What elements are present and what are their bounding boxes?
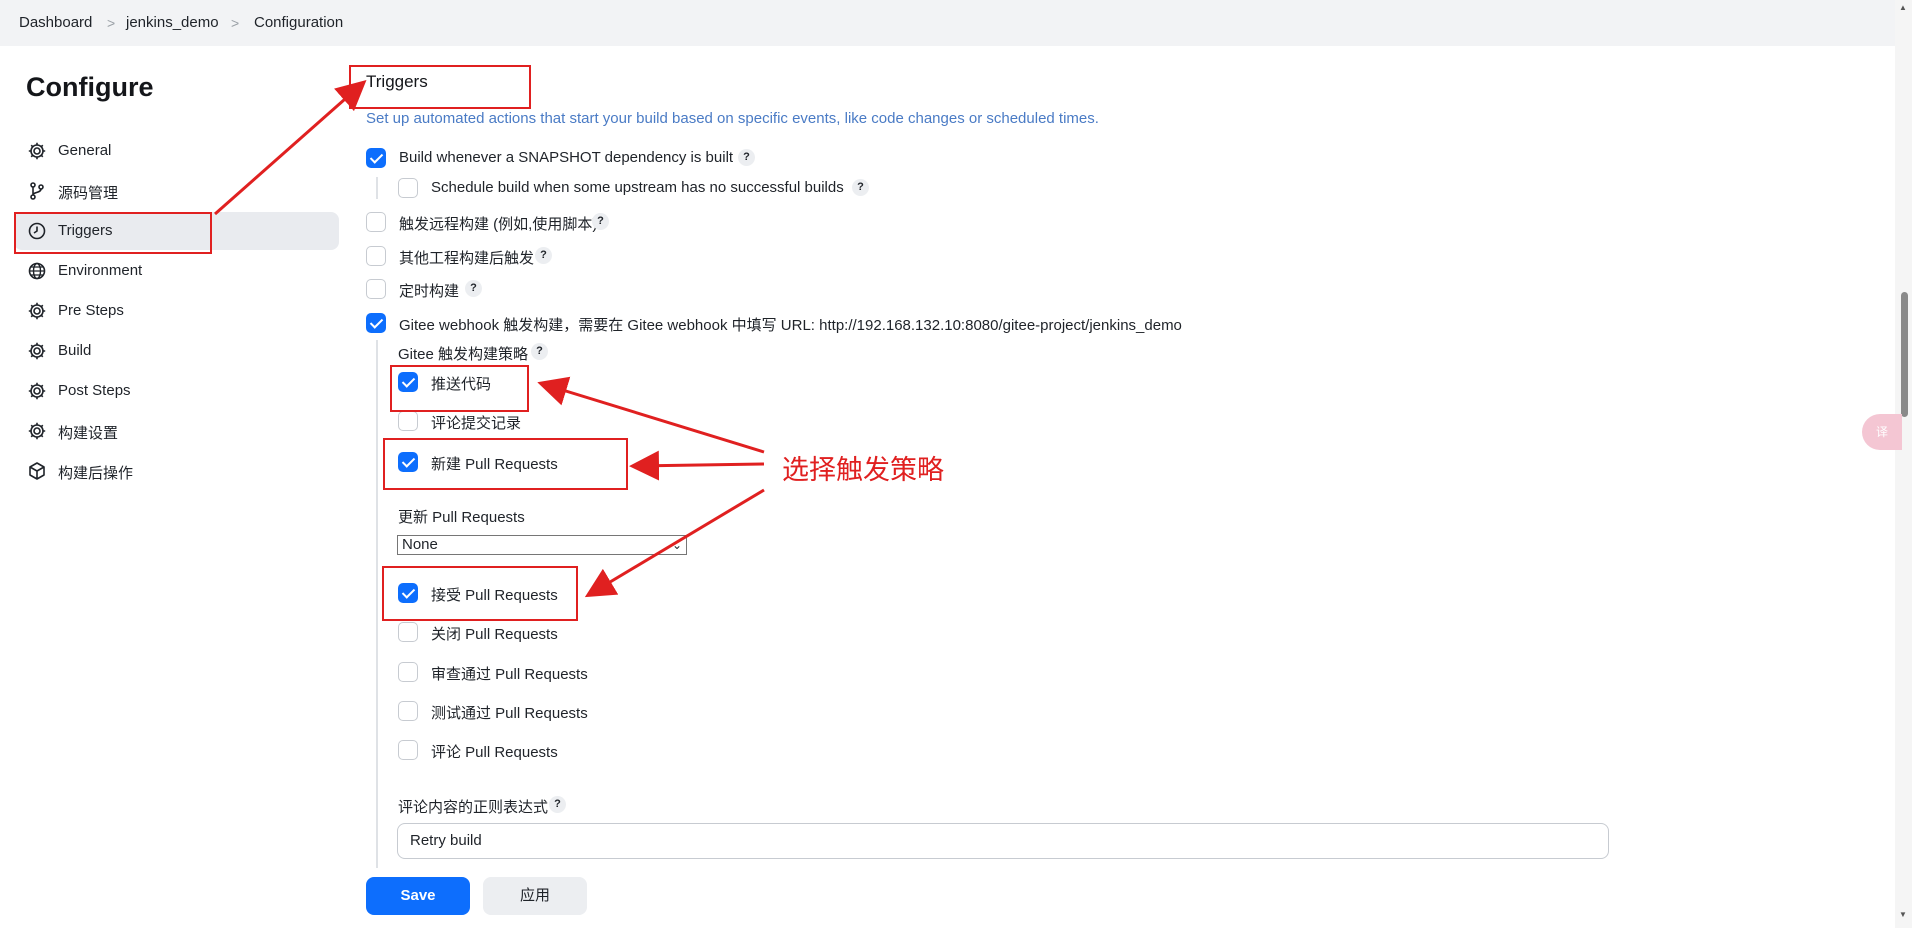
page-title: Configure: [26, 72, 154, 102]
annotation-text: 选择触发策略: [782, 455, 944, 485]
nested-indent-line: [376, 340, 378, 868]
comment-regex-input[interactable]: Retry build: [397, 823, 1609, 859]
breadcrumb-dashboard[interactable]: Dashboard: [19, 14, 92, 31]
translate-button[interactable]: 译: [1862, 414, 1902, 450]
test-pr-checkbox[interactable]: [398, 701, 418, 721]
sidebar-item-label: Environment: [58, 262, 143, 279]
comment-pr-label: 评论 Pull Requests: [431, 744, 558, 761]
help-icon[interactable]: ?: [531, 343, 548, 360]
update-pr-select[interactable]: None ⌄: [397, 535, 687, 555]
update-pr-label: 更新 Pull Requests: [398, 509, 525, 526]
chevron-down-icon: ⌄: [671, 538, 682, 552]
section-description: Set up automated actions that start your…: [366, 110, 1099, 127]
scheduled-checkbox[interactable]: [366, 279, 386, 299]
remote-trigger-label: 触发远程构建 (例如,使用脚本): [399, 216, 598, 233]
save-button[interactable]: Save: [366, 877, 470, 915]
gear-icon: [28, 302, 46, 320]
gitee-strategy-label: Gitee 触发构建策略: [398, 346, 529, 363]
comment-pr-checkbox[interactable]: [398, 740, 418, 760]
annotation-box-accept-pr: [382, 566, 578, 621]
sidebar-item-general[interactable]: General: [14, 132, 339, 170]
breadcrumb-separator: >: [231, 15, 240, 31]
help-icon[interactable]: ?: [465, 280, 482, 297]
update-pr-select-value: None: [402, 536, 438, 553]
review-pr-checkbox[interactable]: [398, 662, 418, 682]
apply-button[interactable]: 应用: [483, 877, 587, 915]
scrollbar-thumb[interactable]: [1901, 292, 1908, 417]
close-pr-label: 关闭 Pull Requests: [431, 626, 558, 643]
sidebar-item-pre-steps[interactable]: Pre Steps: [14, 292, 339, 330]
help-icon[interactable]: ?: [592, 213, 609, 230]
breadcrumb-separator: >: [107, 15, 116, 31]
snapshot-label: Build whenever a SNAPSHOT dependency is …: [399, 149, 734, 166]
remote-trigger-checkbox[interactable]: [366, 212, 386, 232]
gear-icon: [28, 342, 46, 360]
sidebar-item-build[interactable]: Build: [14, 332, 339, 370]
sidebar-item-source[interactable]: 源码管理: [14, 172, 339, 210]
snapshot-checkbox[interactable]: [366, 148, 386, 168]
scrollbar[interactable]: [1895, 0, 1912, 928]
annotation-box-push-code: [390, 365, 529, 412]
comment-regex-label: 评论内容的正则表达式: [398, 799, 549, 816]
gear-icon: [28, 382, 46, 400]
breadcrumb-bar: Dashboard > jenkins_demo > Configuration: [0, 0, 1895, 46]
sidebar-item-post-build[interactable]: 构建后操作: [14, 452, 339, 490]
close-pr-checkbox[interactable]: [398, 622, 418, 642]
gitee-webhook-checkbox[interactable]: [366, 313, 386, 333]
sidebar-item-label: Pre Steps: [58, 302, 124, 319]
gitee-webhook-label: Gitee webhook 触发构建，需要在 Gitee webhook 中填写…: [399, 317, 1182, 334]
sidebar-item-label: 构建后操作: [58, 465, 134, 482]
breadcrumb-configuration[interactable]: Configuration: [254, 14, 343, 31]
after-other-checkbox[interactable]: [366, 246, 386, 266]
test-pr-label: 测试通过 Pull Requests: [431, 705, 588, 722]
sidebar-item-label: 构建设置: [58, 425, 119, 442]
sidebar-item-build-settings[interactable]: 构建设置: [14, 412, 339, 450]
sidebar-item-label: 源码管理: [58, 185, 119, 202]
sidebar-item-environment[interactable]: Environment: [14, 252, 339, 290]
globe-icon: [28, 262, 46, 280]
sidebar-item-label: Build: [58, 342, 92, 359]
help-icon[interactable]: ?: [535, 247, 552, 264]
annotation-box-new-pr: [383, 438, 628, 490]
help-icon[interactable]: ?: [549, 796, 566, 813]
annotation-box-triggers-nav: [14, 212, 212, 254]
gear-icon: [28, 422, 46, 440]
upstream-label: Schedule build when some upstream has no…: [431, 179, 844, 196]
annotation-arrow-new-pr: [629, 450, 765, 481]
gear-icon: [28, 142, 46, 160]
scroll-down-arrow-icon[interactable]: ▼: [1899, 910, 1907, 919]
comment-commit-checkbox[interactable]: [398, 411, 418, 431]
sidebar-item-post-steps[interactable]: Post Steps: [14, 372, 339, 410]
after-other-label: 其他工程构建后触发: [399, 250, 535, 267]
breadcrumb-job[interactable]: jenkins_demo: [126, 14, 219, 31]
sidebar-item-label: General: [58, 142, 112, 159]
branch-icon: [30, 182, 44, 200]
review-pr-label: 审查通过 Pull Requests: [431, 666, 588, 683]
help-icon[interactable]: ?: [852, 179, 869, 196]
annotation-box-triggers-title: [349, 65, 531, 109]
cube-icon: [29, 462, 45, 480]
nested-indent-line: [376, 177, 378, 199]
scroll-up-arrow-icon[interactable]: ▲: [1899, 3, 1907, 12]
upstream-checkbox[interactable]: [398, 178, 418, 198]
comment-commit-label: 评论提交记录: [431, 415, 522, 432]
sidebar-item-label: Post Steps: [58, 382, 131, 399]
scheduled-label: 定时构建: [399, 283, 460, 300]
help-icon[interactable]: ?: [738, 149, 755, 166]
